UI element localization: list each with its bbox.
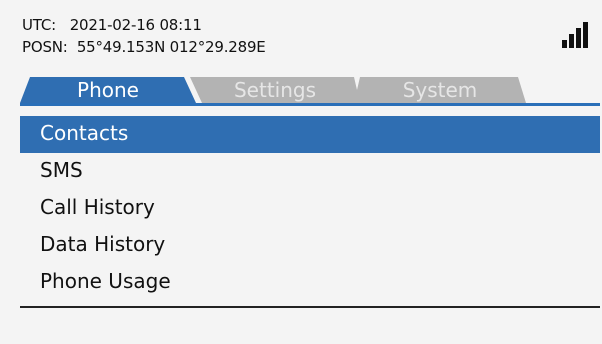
menu-item-data-history[interactable]: Data History	[20, 227, 600, 264]
tab-phone[interactable]: Phone	[20, 77, 196, 103]
utc-value: 2021-02-16 08:11	[69, 16, 202, 34]
posn-label: POSN:	[22, 38, 68, 56]
signal-bar	[562, 40, 567, 48]
signal-strength-icon	[562, 18, 592, 48]
posn-value: 55°49.153N 012°29.289E	[76, 38, 266, 56]
menu-item-call-history[interactable]: Call History	[20, 190, 600, 227]
tab-settings-label: Settings	[233, 78, 317, 102]
menu-item-phone-usage[interactable]: Phone Usage	[20, 264, 600, 301]
bottom-divider	[20, 306, 600, 308]
phone-menu: Contacts SMS Call History Data History P…	[20, 116, 600, 301]
menu-item-sms[interactable]: SMS	[20, 153, 600, 190]
position-row: POSN: 55°49.153N 012°29.289E	[22, 36, 266, 58]
tab-system[interactable]: System	[354, 77, 526, 103]
signal-bar	[569, 34, 574, 48]
signal-bar	[583, 22, 588, 48]
tab-underline	[20, 103, 600, 106]
tab-phone-label: Phone	[77, 78, 139, 102]
tab-settings[interactable]: Settings	[190, 77, 360, 103]
status-area: UTC: 2021-02-16 08:11 POSN: 55°49.153N 0…	[22, 14, 266, 58]
tab-bar: Phone Settings System	[20, 77, 600, 103]
utc-row: UTC: 2021-02-16 08:11	[22, 14, 266, 36]
utc-label: UTC:	[22, 16, 56, 34]
menu-item-contacts[interactable]: Contacts	[20, 116, 600, 153]
tab-system-label: System	[402, 78, 478, 102]
signal-bar	[576, 28, 581, 48]
